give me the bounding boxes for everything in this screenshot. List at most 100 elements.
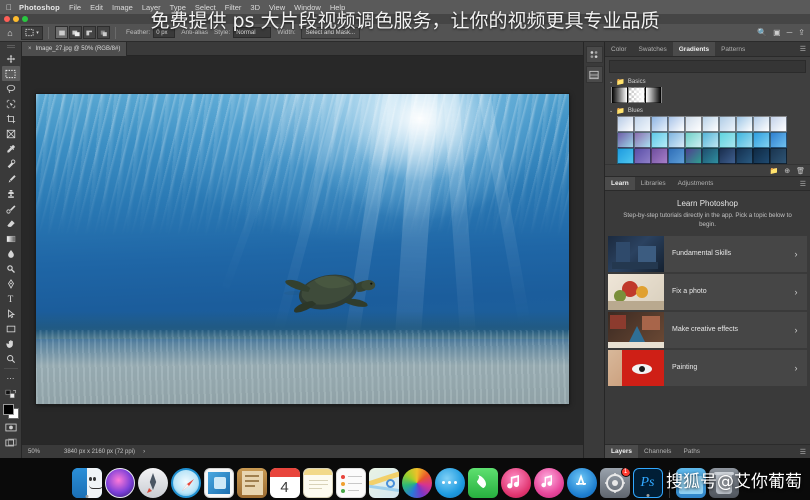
- gradient-swatch[interactable]: [685, 116, 702, 132]
- gradient-swatch[interactable]: [770, 116, 787, 132]
- foreground-background-color-swatch[interactable]: [2, 403, 20, 420]
- panel-menu-icon[interactable]: ☰: [800, 445, 810, 458]
- new-group-icon[interactable]: 📁: [770, 167, 779, 175]
- clone-stamp-tool[interactable]: [2, 186, 20, 201]
- menu-app-name[interactable]: Photoshop: [19, 3, 60, 12]
- eyedropper-tool[interactable]: [2, 141, 20, 156]
- gradient-swatch[interactable]: [736, 148, 753, 164]
- type-tool[interactable]: T: [2, 291, 20, 306]
- menu-item-filter[interactable]: Filter: [225, 3, 242, 12]
- calendar-icon[interactable]: 4: [269, 468, 300, 498]
- search-icon[interactable]: 🔍: [757, 28, 767, 37]
- learn-card-make-creative-effects[interactable]: Make creative effects ›: [608, 311, 807, 348]
- gradient-swatch[interactable]: [685, 148, 702, 164]
- tab-layers[interactable]: Layers: [605, 445, 638, 458]
- gradient-swatch[interactable]: [719, 132, 736, 148]
- gradient-swatch[interactable]: [617, 116, 634, 132]
- canvas-viewport[interactable]: [22, 56, 583, 442]
- gradient-swatch[interactable]: [753, 148, 770, 164]
- share-icon[interactable]: ⇪: [798, 28, 805, 37]
- gradient-swatch[interactable]: [611, 87, 628, 103]
- itunes-icon[interactable]: [500, 468, 531, 498]
- close-icon[interactable]: ×: [28, 46, 32, 52]
- gradient-swatch[interactable]: [770, 148, 787, 164]
- gradient-swatch[interactable]: [668, 116, 685, 132]
- music-icon[interactable]: [533, 468, 564, 498]
- active-tool-preset-picker[interactable]: ▾: [21, 25, 43, 40]
- menu-item-type[interactable]: Type: [170, 3, 186, 12]
- chevron-down-icon[interactable]: ⌄: [609, 79, 613, 85]
- zoom-level-input[interactable]: 50%: [22, 449, 58, 455]
- apple-logo-icon[interactable]: : [6, 3, 12, 12]
- system-preferences-icon[interactable]: 1: [599, 468, 630, 498]
- default-colors-icon[interactable]: [2, 386, 20, 401]
- color-properties-icon[interactable]: [585, 46, 603, 63]
- menu-item-3d[interactable]: 3D: [250, 3, 260, 12]
- trash-icon[interactable]: [708, 468, 739, 498]
- panel-menu-icon[interactable]: ☰: [800, 42, 810, 56]
- rectangle-tool[interactable]: [2, 321, 20, 336]
- app-store-icon[interactable]: [566, 468, 597, 498]
- launchpad-icon[interactable]: [137, 468, 168, 498]
- pen-tool[interactable]: [2, 276, 20, 291]
- new-gradient-icon[interactable]: ⊕: [784, 167, 790, 175]
- finder-icon[interactable]: [71, 468, 102, 498]
- screen-mode-icon[interactable]: [2, 435, 20, 450]
- gradient-swatch[interactable]: [617, 132, 634, 148]
- gradient-swatch[interactable]: [668, 148, 685, 164]
- arrange-documents-icon[interactable]: ▣: [773, 28, 781, 37]
- tab-patterns[interactable]: Patterns: [715, 42, 751, 56]
- toolbar-grip[interactable]: [6, 45, 15, 48]
- gradient-swatch[interactable]: [651, 132, 668, 148]
- move-tool[interactable]: [2, 51, 20, 66]
- close-window-button[interactable]: [4, 16, 10, 22]
- tab-color[interactable]: Color: [605, 42, 633, 56]
- photos-icon[interactable]: [401, 468, 432, 498]
- chevron-right-icon[interactable]: ›: [785, 236, 807, 272]
- menu-item-edit[interactable]: Edit: [90, 3, 103, 12]
- menu-item-window[interactable]: Window: [294, 3, 321, 12]
- document-tab[interactable]: × Image_27.jpg @ 50% (RGB/8#): [22, 41, 128, 56]
- gradient-swatch[interactable]: [770, 132, 787, 148]
- panel-menu-icon[interactable]: ☰: [800, 177, 810, 190]
- style-select[interactable]: Normal: [233, 27, 272, 38]
- chevron-down-icon[interactable]: ⌄: [609, 108, 613, 114]
- photoshop-icon[interactable]: Ps: [632, 468, 663, 498]
- gradient-swatch[interactable]: [702, 148, 719, 164]
- edit-toolbar-icon[interactable]: ⋯: [2, 371, 20, 386]
- lasso-tool[interactable]: [2, 81, 20, 96]
- facetime-icon[interactable]: [467, 468, 498, 498]
- gradient-swatch[interactable]: [719, 116, 736, 132]
- notes-icon[interactable]: [302, 468, 333, 498]
- gradient-swatch[interactable]: [736, 132, 753, 148]
- tab-swatches[interactable]: Swatches: [633, 42, 673, 56]
- gradient-swatch[interactable]: [634, 132, 651, 148]
- gradient-swatch[interactable]: [634, 148, 651, 164]
- object-selection-tool[interactable]: [2, 96, 20, 111]
- messages-icon[interactable]: [434, 468, 465, 498]
- gradient-group-basics[interactable]: ⌄ 📁 Basics: [605, 76, 810, 87]
- dodge-tool[interactable]: [2, 261, 20, 276]
- chevron-down-icon[interactable]: ▾: [36, 30, 39, 36]
- brush-tool[interactable]: [2, 171, 20, 186]
- subtract-from-selection-button[interactable]: [83, 26, 96, 39]
- tab-adjustments[interactable]: Adjustments: [672, 177, 720, 190]
- gradient-swatch[interactable]: [668, 132, 685, 148]
- gradient-swatch[interactable]: [628, 87, 645, 103]
- path-selection-tool[interactable]: [2, 306, 20, 321]
- gradient-group-blues[interactable]: ⌄ 📁 Blues: [605, 105, 810, 116]
- menu-item-help[interactable]: Help: [330, 3, 345, 12]
- feather-input[interactable]: 0 px: [153, 27, 176, 38]
- gradient-tool[interactable]: [2, 231, 20, 246]
- quick-mask-icon[interactable]: [2, 420, 20, 435]
- reminders-icon[interactable]: [335, 468, 366, 498]
- maps-icon[interactable]: [368, 468, 399, 498]
- gradient-swatch[interactable]: [645, 87, 662, 103]
- learn-card-painting[interactable]: Painting ›: [608, 349, 807, 386]
- delete-icon[interactable]: 🗑: [796, 167, 805, 175]
- mail-icon[interactable]: [203, 468, 234, 498]
- zoom-tool[interactable]: [2, 351, 20, 366]
- gradient-swatch[interactable]: [736, 116, 753, 132]
- downloads-folder-icon[interactable]: [675, 468, 706, 498]
- tab-learn[interactable]: Learn: [605, 177, 635, 190]
